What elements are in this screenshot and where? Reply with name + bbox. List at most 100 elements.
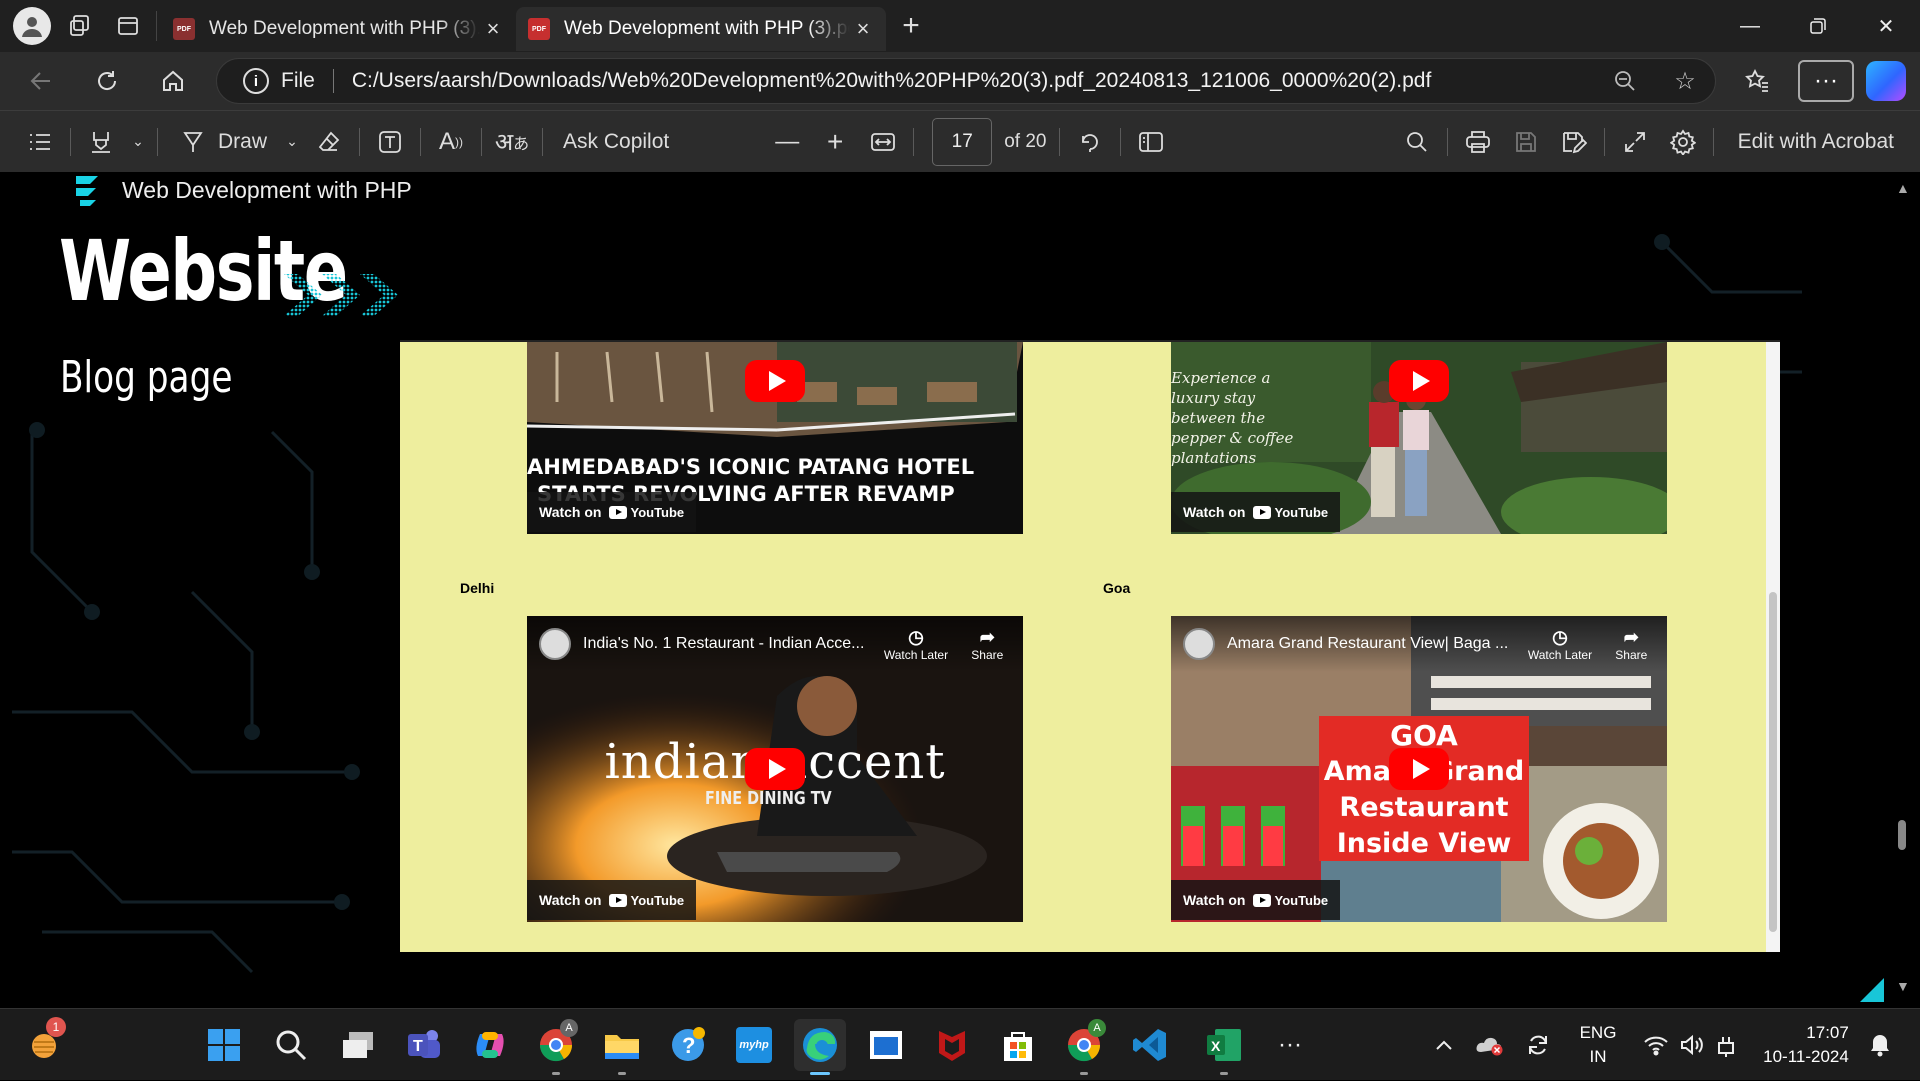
site-info-icon[interactable]: i <box>243 68 269 94</box>
search-icon[interactable] <box>1393 111 1441 173</box>
onedrive-error-icon[interactable] <box>1470 1009 1510 1081</box>
video-bottom-right[interactable]: GOA Amara Grand Restaurant Inside View A… <box>1171 616 1667 922</box>
vscode-icon[interactable] <box>1124 1019 1176 1071</box>
new-tab-plus-icon[interactable]: + <box>886 9 936 43</box>
watch-on-youtube-button[interactable]: Watch on YouTube <box>527 880 697 920</box>
start-windows-icon[interactable] <box>198 1019 250 1071</box>
language-indicator[interactable]: ENG IN <box>1570 1009 1626 1081</box>
svg-text:T: T <box>413 1038 423 1055</box>
watch-later-button[interactable]: ◷ Watch Later <box>880 627 951 662</box>
save-icon[interactable] <box>1502 111 1550 173</box>
scroll-down-arrow-icon[interactable]: ▼ <box>1896 978 1910 994</box>
highlight-icon[interactable] <box>77 111 125 173</box>
video-top-right[interactable]: Experience a luxury stay between the pep… <box>1171 342 1667 534</box>
add-text-icon[interactable] <box>366 111 414 173</box>
save-as-icon[interactable] <box>1550 111 1598 173</box>
close-window-icon[interactable]: ✕ <box>1852 0 1920 52</box>
teams-icon[interactable]: T <box>398 1019 450 1071</box>
show-hidden-icons-chevron-icon[interactable] <box>1424 1009 1464 1081</box>
page-number-input[interactable]: 17 <box>932 117 993 166</box>
microsoft-store-icon[interactable] <box>992 1019 1044 1071</box>
watch-on-youtube-button[interactable]: Watch on YouTube <box>1171 492 1341 532</box>
pdf-settings-gear-icon[interactable] <box>1659 111 1707 173</box>
url-text[interactable]: C:/Users/aarsh/Downloads/Web%20Developme… <box>352 69 1595 93</box>
channel-avatar[interactable] <box>1183 628 1215 660</box>
read-aloud-icon[interactable]: A)) <box>427 111 475 173</box>
ask-copilot-button[interactable]: Ask Copilot <box>549 111 683 173</box>
contents-list-icon[interactable] <box>16 111 64 173</box>
minimize-icon[interactable]: — <box>1716 0 1784 52</box>
windows-app-icon[interactable] <box>860 1019 912 1071</box>
home-icon[interactable] <box>140 52 206 110</box>
video-top-left[interactable]: AHMEDABAD'S ICONIC PATANG HOTEL STARTS R… <box>527 342 1023 534</box>
video-title[interactable]: Amara Grand Restaurant View| Baga ... <box>1227 635 1524 653</box>
copilot-app-icon[interactable] <box>464 1019 516 1071</box>
youtube-play-icon[interactable] <box>1389 748 1449 790</box>
taskbar-search-icon[interactable] <box>265 1019 317 1071</box>
draw-dropdown-chevron-icon[interactable]: ⌄ <box>279 111 305 173</box>
share-button[interactable]: ➦ Share <box>1596 627 1667 662</box>
share-button[interactable]: ➦ Share <box>952 627 1023 662</box>
youtube-play-icon[interactable] <box>745 360 805 402</box>
restore-icon[interactable] <box>1784 0 1852 52</box>
clock[interactable]: 17:07 10-11-2024 <box>1754 1009 1858 1081</box>
zoom-out-minus-icon[interactable]: — <box>763 111 811 173</box>
wifi-icon[interactable] <box>1638 1009 1674 1081</box>
watch-on-youtube-button[interactable]: Watch on YouTube <box>527 492 697 532</box>
rotate-icon[interactable] <box>1066 111 1114 173</box>
tab-actions-icon[interactable] <box>104 0 152 52</box>
edit-with-acrobat-button[interactable]: Edit with Acrobat <box>1720 111 1920 173</box>
copilot-icon[interactable] <box>1866 61 1906 101</box>
zoom-out-icon[interactable] <box>1595 69 1655 93</box>
eraser-icon[interactable] <box>305 111 353 173</box>
chrome-profile-icon[interactable]: A <box>530 1019 582 1075</box>
task-view-icon[interactable] <box>332 1019 384 1071</box>
video-bottom-left[interactable]: India's No. 1 Restaurant - Indian Acce..… <box>527 616 1023 922</box>
mcafee-icon[interactable] <box>926 1019 978 1071</box>
favorites-icon[interactable] <box>1728 52 1786 110</box>
watch-later-button[interactable]: ◷ Watch Later <box>1524 627 1595 662</box>
volume-icon[interactable] <box>1674 1009 1710 1081</box>
video-title-bar: Amara Grand Restaurant View| Baga ... ◷ W… <box>1171 616 1667 672</box>
back-arrow-icon[interactable] <box>8 52 74 110</box>
zoom-in-plus-icon[interactable]: + <box>811 111 859 173</box>
settings-more-icon[interactable]: ··· <box>1798 60 1854 102</box>
page-view-icon[interactable] <box>1127 111 1175 173</box>
channel-avatar[interactable] <box>539 628 571 660</box>
get-help-icon[interactable]: ? <box>662 1019 714 1071</box>
print-icon[interactable] <box>1454 111 1502 173</box>
tab-pdf-2[interactable]: PDF Web Development with PHP (3).pdf × <box>516 7 886 51</box>
city-label-goa: Goa <box>1103 580 1131 596</box>
sync-icon[interactable] <box>1518 1009 1558 1081</box>
close-tab-icon[interactable]: × <box>850 16 876 42</box>
battery-plugged-icon[interactable] <box>1710 1009 1746 1081</box>
youtube-play-icon[interactable] <box>745 748 805 790</box>
favorite-star-icon[interactable]: ☆ <box>1655 67 1715 96</box>
translate-icon[interactable]: अあ <box>488 111 536 173</box>
viewer-scrollbar[interactable]: ▲ ▼ <box>1884 172 1920 1002</box>
youtube-play-icon[interactable] <box>1389 360 1449 402</box>
weather-widget-icon[interactable]: 1 <box>20 1017 72 1071</box>
file-explorer-icon[interactable] <box>596 1019 648 1075</box>
chrome-icon[interactable]: A <box>1058 1019 1110 1075</box>
highlight-dropdown-chevron-icon[interactable]: ⌄ <box>125 111 151 173</box>
fit-to-width-icon[interactable] <box>859 111 907 173</box>
myhp-icon[interactable]: myhp <box>728 1019 780 1071</box>
scrollbar-thumb[interactable] <box>1898 820 1906 850</box>
full-screen-icon[interactable] <box>1611 111 1659 173</box>
workspaces-icon[interactable] <box>56 0 104 52</box>
more-apps-ellipsis-icon[interactable]: ··· <box>1264 1019 1316 1071</box>
notification-bell-icon[interactable] <box>1862 1009 1898 1081</box>
refresh-icon[interactable] <box>74 52 140 110</box>
profile-button[interactable] <box>8 0 56 52</box>
profile-avatar-icon <box>13 7 51 45</box>
watch-on-youtube-button[interactable]: Watch on YouTube <box>1171 880 1341 920</box>
address-bar[interactable]: i File C:/Users/aarsh/Downloads/Web%20De… <box>216 58 1716 104</box>
video-title[interactable]: India's No. 1 Restaurant - Indian Acce..… <box>583 635 880 653</box>
edge-browser-icon[interactable] <box>794 1019 846 1075</box>
tab-pdf-1[interactable]: PDF Web Development with PHP (3).pdf × <box>161 7 516 51</box>
scroll-up-arrow-icon[interactable]: ▲ <box>1896 180 1910 196</box>
draw-button[interactable]: Draw <box>164 111 279 173</box>
close-tab-icon[interactable]: × <box>480 16 506 42</box>
excel-icon[interactable]: X <box>1198 1019 1250 1075</box>
